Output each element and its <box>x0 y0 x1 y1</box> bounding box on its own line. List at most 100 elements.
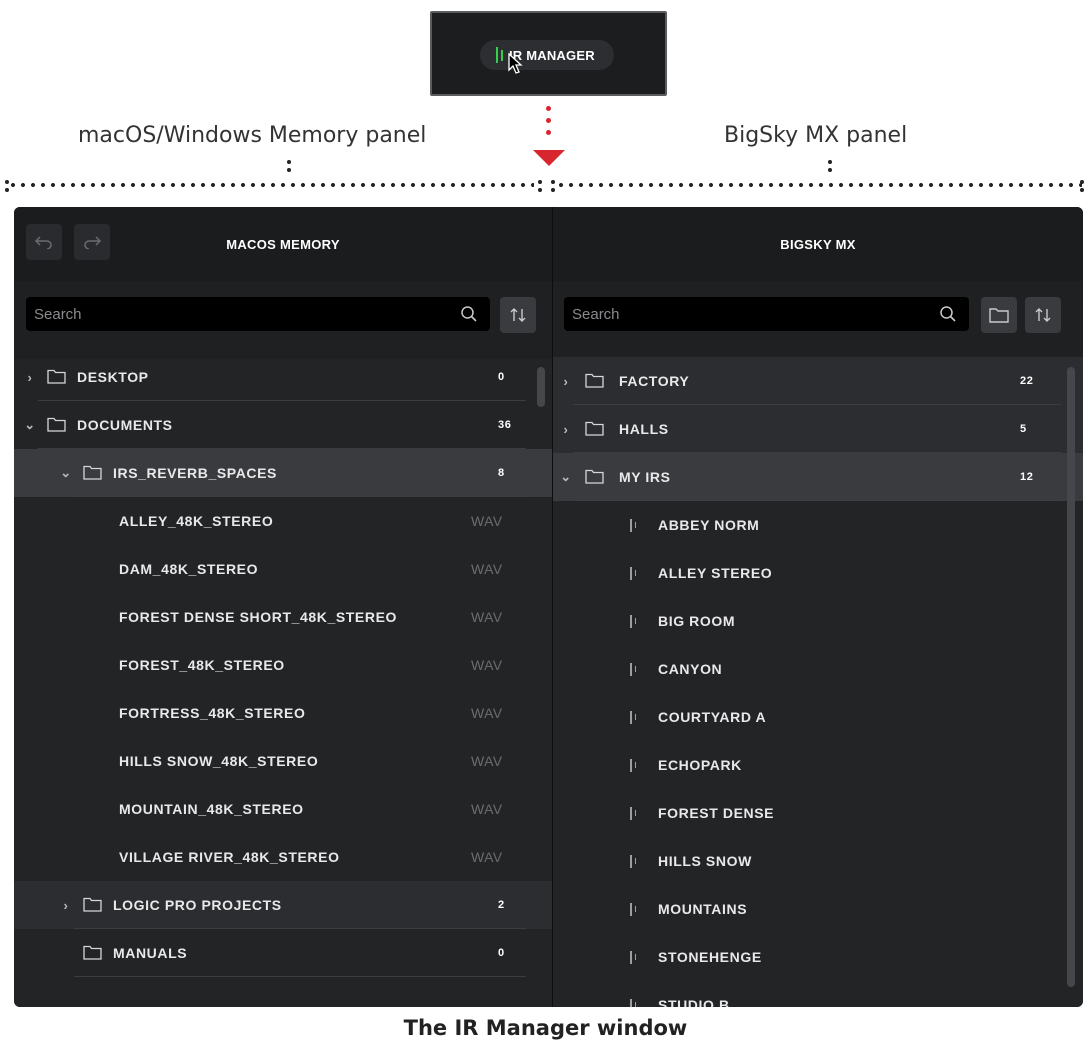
ir-manager-callout: IR MANAGER <box>430 11 667 96</box>
undo-button[interactable] <box>26 224 62 260</box>
search-row <box>14 281 552 359</box>
ir-row[interactable]: STUDIO B <box>553 981 1083 1007</box>
leader-dots <box>538 180 542 196</box>
ir-waveform-icon <box>630 566 636 580</box>
ir-name: ALLEY STEREO <box>658 565 773 581</box>
file-row[interactable]: FOREST_48K_STEREO WAV <box>14 641 552 689</box>
folder-row[interactable]: ⌄ DOCUMENTS 36 <box>14 401 552 449</box>
ir-row[interactable]: COURTYARD A <box>553 693 1083 741</box>
new-folder-button[interactable] <box>981 297 1017 333</box>
folder-icon <box>83 945 102 960</box>
ir-row[interactable]: ABBEY NORM <box>553 501 1083 549</box>
file-extension: WAV <box>471 513 503 529</box>
ir-row[interactable]: MOUNTAINS <box>553 885 1083 933</box>
ir-row[interactable]: CANYON <box>553 645 1083 693</box>
ir-name: CANYON <box>658 661 723 677</box>
sort-button[interactable] <box>500 297 536 333</box>
file-row[interactable]: FORTRESS_48K_STEREO WAV <box>14 689 552 737</box>
sort-icon <box>1035 308 1051 322</box>
ir-row[interactable]: ALLEY STEREO <box>553 549 1083 597</box>
folder-icon <box>585 421 604 436</box>
panel-header: MACOS MEMORY <box>14 207 552 281</box>
search-input[interactable] <box>26 297 490 331</box>
search-input[interactable] <box>564 297 969 331</box>
memory-panel: MACOS MEMORY › DESKTOP 0 ⌄ DOCUMENTS 36 ⌄ IRS_R… <box>14 207 552 1007</box>
redo-button[interactable] <box>74 224 110 260</box>
file-extension: WAV <box>471 609 503 625</box>
file-row[interactable]: DAM_48K_STEREO WAV <box>14 545 552 593</box>
figure-caption: The IR Manager window <box>403 1016 688 1040</box>
panel-title: MACOS MEMORY <box>226 236 340 252</box>
leader-dots <box>287 160 291 176</box>
folder-row[interactable]: MANUALS 0 <box>14 929 552 977</box>
mouse-cursor-icon <box>508 53 523 74</box>
file-row[interactable]: HILLS SNOW_48K_STEREO WAV <box>14 737 552 785</box>
ir-row[interactable]: FOREST DENSE <box>553 789 1083 837</box>
file-extension: WAV <box>471 849 503 865</box>
file-extension: WAV <box>471 561 503 577</box>
leader-dots <box>551 180 555 196</box>
scrollbar[interactable] <box>1067 367 1075 987</box>
chevron-right-icon[interactable]: › <box>560 422 572 437</box>
ir-row[interactable]: ECHOPARK <box>553 741 1083 789</box>
folder-icon <box>585 373 604 388</box>
folder-icon <box>47 369 66 384</box>
row-separator <box>74 976 526 977</box>
search-box <box>564 297 969 331</box>
file-row[interactable]: VILLAGE RIVER_48K_STEREO WAV <box>14 833 552 881</box>
search-icon[interactable] <box>460 305 478 323</box>
bigsky-ir-list: › FACTORY 22 › HALLS 5 ⌄ MY IRS 12 ABBEY NORM ALLE… <box>553 357 1083 1007</box>
folder-row[interactable]: › LOGIC PRO PROJECTS 2 <box>14 881 552 929</box>
folder-name: LOGIC PRO PROJECTS <box>113 897 282 913</box>
chevron-down-icon[interactable]: ⌄ <box>560 469 572 485</box>
sort-button[interactable] <box>1025 297 1061 333</box>
folder-icon <box>989 308 1009 323</box>
folder-row[interactable]: ⌄ IRS_REVERB_SPACES 8 <box>14 449 552 497</box>
chevron-right-icon[interactable]: › <box>24 370 36 385</box>
folder-row[interactable]: › FACTORY 22 <box>553 357 1083 405</box>
folder-row[interactable]: › DESKTOP 0 <box>14 353 552 401</box>
ir-waveform-icon <box>496 47 503 63</box>
folder-name: HALLS <box>619 421 669 437</box>
ir-waveform-icon <box>630 662 636 676</box>
chevron-right-icon[interactable]: › <box>560 374 572 389</box>
panel-title: BIGSKY MX <box>780 236 856 252</box>
arrow-dot <box>546 106 551 111</box>
ir-row[interactable]: STONEHENGE <box>553 933 1083 981</box>
ir-name: ABBEY NORM <box>658 517 760 533</box>
item-count: 5 <box>1020 423 1027 435</box>
chevron-down-icon[interactable]: ⌄ <box>24 417 36 433</box>
file-row[interactable]: ALLEY_48K_STEREO WAV <box>14 497 552 545</box>
folder-name: MY IRS <box>619 469 671 485</box>
ir-row[interactable]: BIG ROOM <box>553 597 1083 645</box>
scrollbar[interactable] <box>537 367 545 407</box>
folder-name: MANUALS <box>113 945 188 961</box>
folder-icon <box>47 417 66 432</box>
panel-header: BIGSKY MX <box>553 207 1083 281</box>
ir-name: BIG ROOM <box>658 613 736 629</box>
item-count: 12 <box>1020 471 1034 483</box>
chevron-down-icon[interactable]: ⌄ <box>60 465 72 481</box>
folder-row[interactable]: ⌄ MY IRS 12 <box>553 453 1083 501</box>
folder-icon <box>585 469 604 484</box>
ir-manager-window: MACOS MEMORY › DESKTOP 0 ⌄ DOCUMENTS 36 ⌄ IRS_R… <box>14 207 1083 1007</box>
search-row <box>553 281 1083 359</box>
folder-row[interactable]: › HALLS 5 <box>553 405 1083 453</box>
file-name: FORTRESS_48K_STEREO <box>119 705 306 721</box>
ir-waveform-icon <box>630 758 636 772</box>
search-icon[interactable] <box>939 305 957 323</box>
down-arrow-icon <box>533 150 565 166</box>
file-row[interactable]: MOUNTAIN_48K_STEREO WAV <box>14 785 552 833</box>
file-row[interactable]: FOREST DENSE SHORT_48K_STEREO WAV <box>14 593 552 641</box>
ir-waveform-icon <box>630 614 636 628</box>
ir-waveform-icon <box>630 902 636 916</box>
item-count: 8 <box>498 467 505 479</box>
ir-name: STONEHENGE <box>658 949 762 965</box>
annotation-memory-panel: macOS/Windows Memory panel <box>78 123 427 148</box>
ir-name: FOREST DENSE <box>658 805 775 821</box>
chevron-right-icon[interactable]: › <box>60 898 72 913</box>
ir-row[interactable]: HILLS SNOW <box>553 837 1083 885</box>
ir-manager-button[interactable]: IR MANAGER <box>480 40 614 70</box>
ir-name: HILLS SNOW <box>658 853 752 869</box>
ir-waveform-icon <box>630 854 636 868</box>
